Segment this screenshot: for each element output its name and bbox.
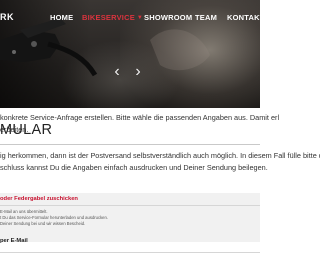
site-logo[interactable]: RK (0, 12, 14, 22)
chevron-left-icon[interactable]: ‹ (112, 64, 122, 80)
nav-item-bikeservice-label: BIKESERVICE (82, 13, 135, 22)
nav-item-bikeservice[interactable]: BIKESERVICE ▼ (82, 13, 143, 22)
nav-item-kontakt[interactable]: KONTAKT (227, 13, 260, 22)
chevron-right-icon[interactable]: › (133, 64, 143, 80)
body-line: ig herkommen, dann ist der Postversand s… (0, 151, 320, 160)
divider (0, 252, 260, 253)
hero-cable (47, 41, 98, 77)
body-line: schluss kannst Du die Angaben einfach au… (0, 162, 268, 172)
hero-bolt (31, 41, 37, 47)
hero-bolt (12, 50, 16, 54)
hero-blur-shape (150, 29, 210, 71)
chevron-down-icon: ▼ (136, 15, 144, 21)
body-text: ig herkommen, dann ist der Postversand s… (0, 150, 320, 173)
notice-list: E-Mail an uns übermittelt. t Du das Serv… (0, 209, 108, 228)
page-title: MULAR (0, 122, 53, 138)
notice-title[interactable]: oder Federgabel zuschicken (0, 196, 78, 202)
hero-slider: RK HOME BIKESERVICE ▼ SHOWROOM TEAM KONTA… (0, 0, 260, 108)
notice-box: oder Federgabel zuschicken E-Mail an uns… (0, 193, 260, 242)
nav-item-showroom[interactable]: SHOWROOM (144, 13, 192, 22)
email-section-title[interactable]: per E-Mail (0, 238, 28, 244)
divider (0, 205, 260, 206)
nav-item-team[interactable]: TEAM (195, 13, 217, 22)
nav-item-home[interactable]: HOME (50, 13, 73, 22)
notice-line: Deiner Sendung bei und wir wissen Besche… (0, 221, 86, 227)
divider (0, 144, 260, 145)
